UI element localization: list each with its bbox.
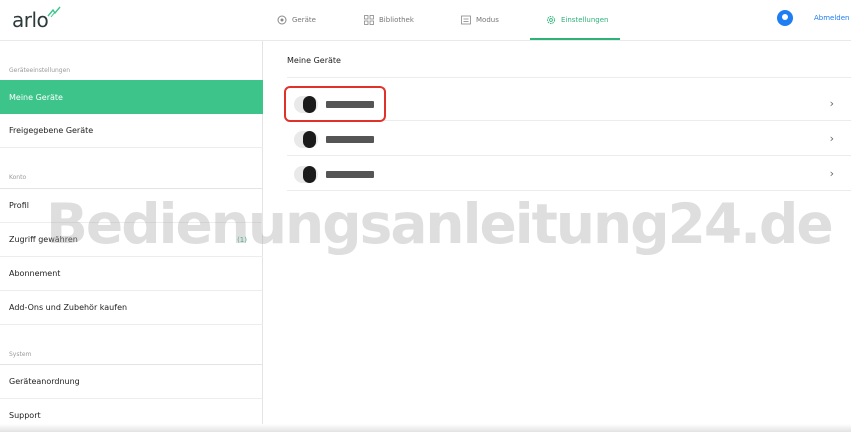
sidebar-item-label: Profil — [9, 201, 29, 210]
top-navigation-bar: arlo Geräte Bibliothek Modus Einstellung… — [0, 0, 851, 41]
device-list-item[interactable]: › — [287, 122, 851, 156]
sidebar-item-label: Freigegebene Geräte — [9, 126, 94, 135]
sidebar-item-device-order[interactable]: Geräteanordnung — [0, 365, 263, 399]
page-title: Meine Geräte — [287, 56, 341, 65]
section-label-account: Konto — [9, 174, 27, 181]
redacted-device-name — [326, 136, 374, 143]
gear-icon — [547, 16, 555, 24]
arlo-logo[interactable]: arlo — [12, 8, 49, 32]
chevron-right-icon: › — [829, 97, 834, 110]
nav-tab-library[interactable]: Bibliothek — [364, 13, 414, 27]
nav-tab-label: Geräte — [292, 16, 316, 24]
nav-tab-label: Modus — [476, 16, 499, 24]
sidebar-item-label: Abonnement — [9, 269, 61, 278]
highlight-annotation — [284, 86, 386, 122]
sidebar-item-my-devices[interactable]: Meine Geräte — [0, 80, 263, 114]
nav-tab-devices[interactable]: Geräte — [277, 13, 316, 27]
logout-link[interactable]: Abmelden — [814, 14, 850, 22]
bottom-shadow — [0, 424, 851, 432]
device-list-item[interactable]: › — [287, 157, 851, 191]
sidebar-item-label: Zugriff gewähren — [9, 235, 78, 244]
section-label-system: System — [9, 351, 32, 358]
logo-bird-icon — [47, 6, 61, 18]
nav-tab-settings[interactable]: Einstellungen — [546, 13, 608, 27]
chevron-right-icon: › — [829, 167, 834, 180]
redacted-device-name — [326, 171, 374, 178]
count-badge: (1) — [237, 235, 247, 244]
nav-tab-label: Bibliothek — [379, 16, 414, 24]
camera-icon — [294, 131, 318, 148]
nav-tab-mode[interactable]: Modus — [461, 13, 499, 27]
sidebar-item-label: Add-Ons und Zubehör kaufen — [9, 303, 128, 312]
user-avatar-icon[interactable] — [777, 10, 793, 26]
sidebar-item-grant-access[interactable]: Zugriff gewähren (1) — [0, 223, 263, 257]
settings-sidebar: Geräteeinstellungen Meine Geräte Freigeg… — [0, 41, 263, 432]
sidebar-item-shared-devices[interactable]: Freigegebene Geräte — [0, 114, 263, 148]
section-label-device-settings: Geräteeinstellungen — [9, 67, 71, 74]
sidebar-item-subscription[interactable]: Abonnement — [0, 257, 263, 291]
mode-icon — [461, 15, 471, 25]
divider — [287, 77, 851, 78]
sidebar-item-buy-addons[interactable]: Add-Ons und Zubehör kaufen — [0, 291, 263, 325]
nav-tab-label: Einstellungen — [561, 16, 609, 24]
sidebar-item-profile[interactable]: Profil — [0, 189, 263, 223]
camera-icon — [294, 166, 318, 183]
chevron-right-icon: › — [829, 132, 834, 145]
active-tab-indicator — [530, 38, 620, 40]
camera-icon — [277, 15, 287, 25]
sidebar-item-label: Support — [9, 411, 41, 420]
grid-icon — [364, 15, 374, 25]
sidebar-item-label: Geräteanordnung — [9, 377, 80, 386]
sidebar-item-label: Meine Geräte — [9, 92, 63, 102]
